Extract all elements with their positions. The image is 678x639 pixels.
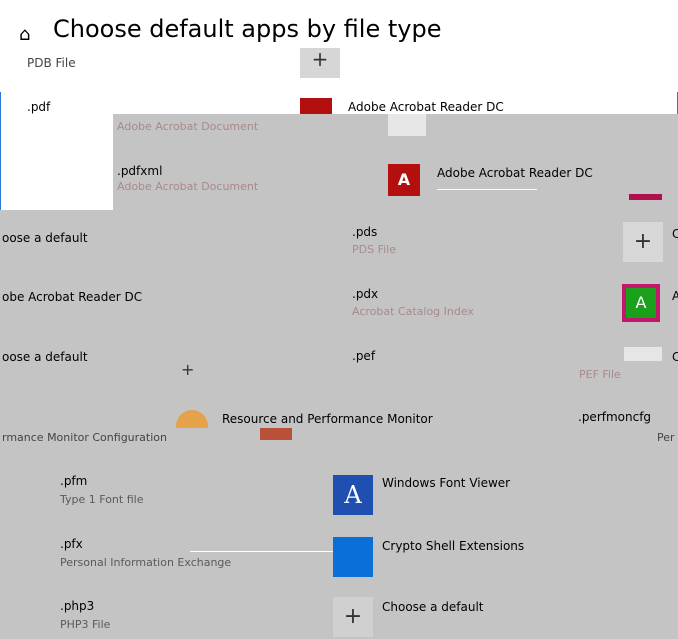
divider <box>190 551 335 552</box>
app-pfm[interactable]: Windows Font Viewer <box>382 476 510 490</box>
desc-pdx: Acrobat Catalog Index <box>352 305 474 318</box>
app-perfmoncfg[interactable]: Resource and Performance Monitor <box>222 412 433 426</box>
app-pdfxml[interactable]: Adobe Acrobat Reader DC <box>437 166 593 180</box>
right-app-pds[interactable]: C <box>672 227 678 241</box>
ext-pfm: .pfm <box>60 474 88 488</box>
app-pdf[interactable]: Adobe Acrobat Reader DC <box>348 100 504 114</box>
right-desc-perfmoncfg: Per <box>657 431 675 444</box>
font-viewer-icon: A <box>333 475 373 515</box>
header: ⌂ Choose default apps by file type PDB F… <box>0 0 678 92</box>
plus-tile-top[interactable]: + <box>300 48 340 78</box>
crypto-icon <box>333 537 373 577</box>
left-app-pdx[interactable]: obe Acrobat Reader DC <box>2 290 142 304</box>
ext-pfx: .pfx <box>60 537 83 551</box>
acrobat-glitch-icon <box>388 114 426 136</box>
subtitle: PDB File <box>27 56 76 70</box>
ext-php3: .php3 <box>60 599 95 613</box>
page-title: Choose default apps by file type <box>53 15 442 43</box>
divider <box>437 189 537 190</box>
desc-pef: PEF File <box>579 368 621 381</box>
perfmon-glitch-icon <box>260 428 292 440</box>
ext-pds: .pds <box>352 225 378 239</box>
desc-pfm: Type 1 Font file <box>60 493 144 506</box>
row-band <box>0 210 678 430</box>
fragment-tile <box>624 347 662 361</box>
choose-default-plus[interactable]: + <box>623 222 663 262</box>
ext-pdfxml: .pdfxml <box>117 164 163 178</box>
choose-default-plus[interactable]: + <box>333 597 373 637</box>
left-app-pef[interactable]: oose a default <box>2 350 88 364</box>
ext-pdx: .pdx <box>352 287 379 301</box>
right-app-pdx[interactable]: A <box>672 289 678 303</box>
desc-pds: PDS File <box>352 243 396 256</box>
fragment-icon <box>629 194 662 200</box>
left-desc-perfmoncfg: rmance Monitor Configuration <box>2 431 167 444</box>
acrobat-green-icon: A <box>622 284 660 322</box>
acrobat-icon: A <box>388 164 420 196</box>
ext-pdf: .pdf <box>27 100 51 114</box>
left-app-pds[interactable]: oose a default <box>2 231 88 245</box>
ext-perfmoncfg: .perfmoncfg <box>578 410 652 424</box>
desc-pdf: Adobe Acrobat Document <box>117 120 259 133</box>
ext-pef: .pef <box>352 349 376 363</box>
desc-pfx: Personal Information Exchange <box>60 556 232 569</box>
desc-pdfxml: Adobe Acrobat Document <box>117 180 259 193</box>
acrobat-green-inner: A <box>626 288 656 318</box>
app-php3[interactable]: Choose a default <box>382 600 484 614</box>
right-app-pef[interactable]: C <box>672 350 678 364</box>
app-pfx[interactable]: Crypto Shell Extensions <box>382 539 524 553</box>
home-icon[interactable]: ⌂ <box>19 24 30 45</box>
plus-glitch-icon: + <box>181 360 195 379</box>
desc-php3: PHP3 File <box>60 618 111 631</box>
